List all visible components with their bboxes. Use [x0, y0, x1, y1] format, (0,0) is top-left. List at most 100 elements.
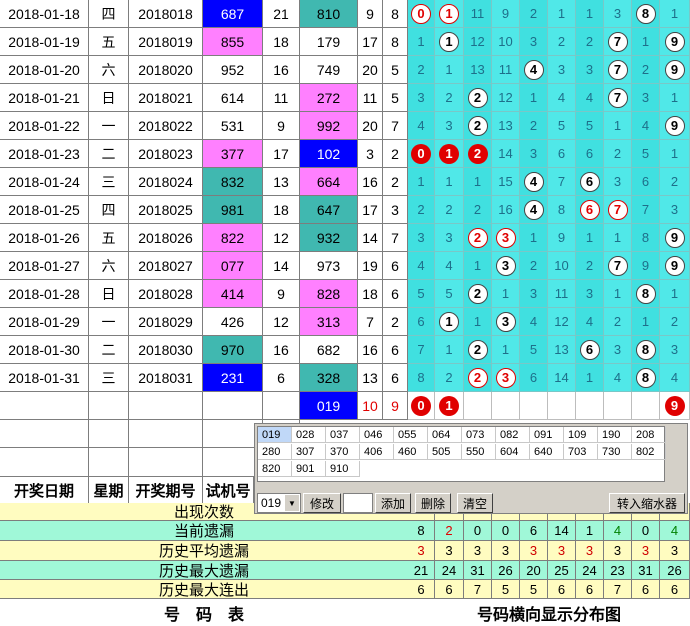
draw-ball: 9 [664, 31, 685, 52]
delete-button[interactable]: 删除 [415, 493, 451, 513]
digit-cell-0: 4 [408, 252, 435, 280]
clear-button[interactable]: 清空 [457, 493, 493, 513]
digit-cell-6: 6 [576, 168, 604, 196]
blank-cell [129, 420, 203, 448]
combination-item[interactable]: 208 [632, 427, 666, 443]
combination-item[interactable]: 640 [530, 444, 564, 460]
summary-value: 3 [660, 541, 690, 561]
digit-cell-2: 2 [464, 224, 492, 252]
summary-value: 26 [660, 561, 690, 580]
weekday-cell: 三 [89, 364, 129, 392]
modify-button[interactable]: 修改 [303, 493, 341, 513]
modify-input[interactable] [343, 493, 373, 513]
combination-item[interactable]: 370 [326, 444, 360, 460]
date-cell: 2018-01-31 [0, 364, 89, 392]
draw-number-cell: 932 [300, 224, 358, 252]
digit-cell-3: 9 [492, 0, 520, 28]
date-cell: 2018-01-29 [0, 308, 89, 336]
digit-cell-1: 1 [435, 28, 464, 56]
combination-select[interactable]: 019 ▼ [257, 493, 301, 513]
combination-item[interactable]: 820 [258, 461, 292, 477]
digit-cell-1: 1 [435, 336, 464, 364]
prediction-sum: 10 [358, 392, 383, 420]
combination-item[interactable]: 064 [428, 427, 462, 443]
summary-value: 21 [408, 561, 435, 580]
digit-cell-2: 2 [464, 196, 492, 224]
digit-cell-1: 1 [435, 308, 464, 336]
digit-cell-9: 2 [660, 168, 690, 196]
combination-item[interactable]: 604 [496, 444, 530, 460]
digit-cell-7: 7 [604, 56, 632, 84]
digit-cell-6: 4 [576, 308, 604, 336]
combination-item[interactable]: 730 [598, 444, 632, 460]
digit-cell-4: 2 [520, 0, 548, 28]
sum-cell: 7 [358, 308, 383, 336]
draw-ball: 3 [495, 255, 516, 276]
digit-cell-8: 8 [632, 336, 660, 364]
combination-item[interactable]: 109 [564, 427, 598, 443]
combination-item[interactable]: 046 [360, 427, 394, 443]
combination-item[interactable]: 550 [462, 444, 496, 460]
draw-ball: 0 [411, 3, 431, 24]
summary-value: 3 [435, 541, 464, 561]
combination-item[interactable]: 037 [326, 427, 360, 443]
draw-number-cell: 828 [300, 280, 358, 308]
test-number-cell: 981 [203, 196, 263, 224]
combination-item[interactable]: 055 [394, 427, 428, 443]
summary-value: 5 [520, 580, 548, 599]
add-button[interactable]: 添加 [375, 493, 411, 513]
digit-cell-3: 15 [492, 168, 520, 196]
test-number-cell: 822 [203, 224, 263, 252]
test-sum-cell: 17 [263, 140, 300, 168]
test-number-cell: 231 [203, 364, 263, 392]
digit-cell-3: 16 [492, 196, 520, 224]
combination-item[interactable]: 073 [462, 427, 496, 443]
draw-ball: 4 [523, 59, 544, 80]
footer-left: 号 码 表 [163, 606, 244, 624]
digit-cell-9: 2 [660, 308, 690, 336]
combination-item[interactable]: 190 [598, 427, 632, 443]
combination-item[interactable]: 307 [292, 444, 326, 460]
combination-item[interactable]: 406 [360, 444, 394, 460]
draw-ball: 4 [523, 171, 544, 192]
summary-value: 24 [435, 561, 464, 580]
header-date: 开奖日期 [0, 477, 89, 503]
prediction-digit-cell [548, 392, 576, 420]
digit-cell-6: 6 [576, 196, 604, 224]
draw-ball: 2 [467, 115, 488, 136]
combination-item[interactable]: 910 [326, 461, 360, 477]
digit-cell-2: 11 [464, 0, 492, 28]
chevron-down-icon[interactable]: ▼ [285, 495, 299, 511]
digit-cell-8: 5 [632, 140, 660, 168]
combination-item[interactable]: 091 [530, 427, 564, 443]
blank-cell [203, 392, 263, 420]
combination-item[interactable]: 505 [428, 444, 462, 460]
footer-right: 号码横向显示分布图 [476, 606, 621, 624]
combination-item[interactable]: 901 [292, 461, 326, 477]
digit-cell-7: 3 [604, 168, 632, 196]
digit-cell-6: 5 [576, 112, 604, 140]
digit-cell-9: 1 [660, 280, 690, 308]
issue-cell: 2018029 [129, 308, 203, 336]
combination-item[interactable]: 028 [292, 427, 326, 443]
digit-cell-3: 3 [492, 252, 520, 280]
sum-cell: 16 [358, 168, 383, 196]
combination-list[interactable]: 019 028 037 046 055 064 073 082 091 109 190 208 280 3… [257, 426, 666, 482]
combination-item[interactable]: 082 [496, 427, 530, 443]
digit-cell-9: 3 [660, 336, 690, 364]
digit-cell-3: 1 [492, 336, 520, 364]
combination-item[interactable]: 019 [258, 427, 292, 443]
digit-cell-4: 3 [520, 140, 548, 168]
combination-item[interactable]: 703 [564, 444, 598, 460]
combination-item[interactable]: 280 [258, 444, 292, 460]
combination-item[interactable]: 460 [394, 444, 428, 460]
combination-item[interactable]: 802 [632, 444, 666, 460]
transfer-to-shrinker-button[interactable]: 转入缩水器 [609, 493, 685, 513]
span-cell: 5 [383, 84, 408, 112]
sum-cell: 3 [358, 140, 383, 168]
draw-number-cell: 973 [300, 252, 358, 280]
digit-cell-8: 8 [632, 0, 660, 28]
summary-value: 7 [604, 580, 632, 599]
digit-cell-9: 3 [660, 196, 690, 224]
draw-number-cell: 664 [300, 168, 358, 196]
